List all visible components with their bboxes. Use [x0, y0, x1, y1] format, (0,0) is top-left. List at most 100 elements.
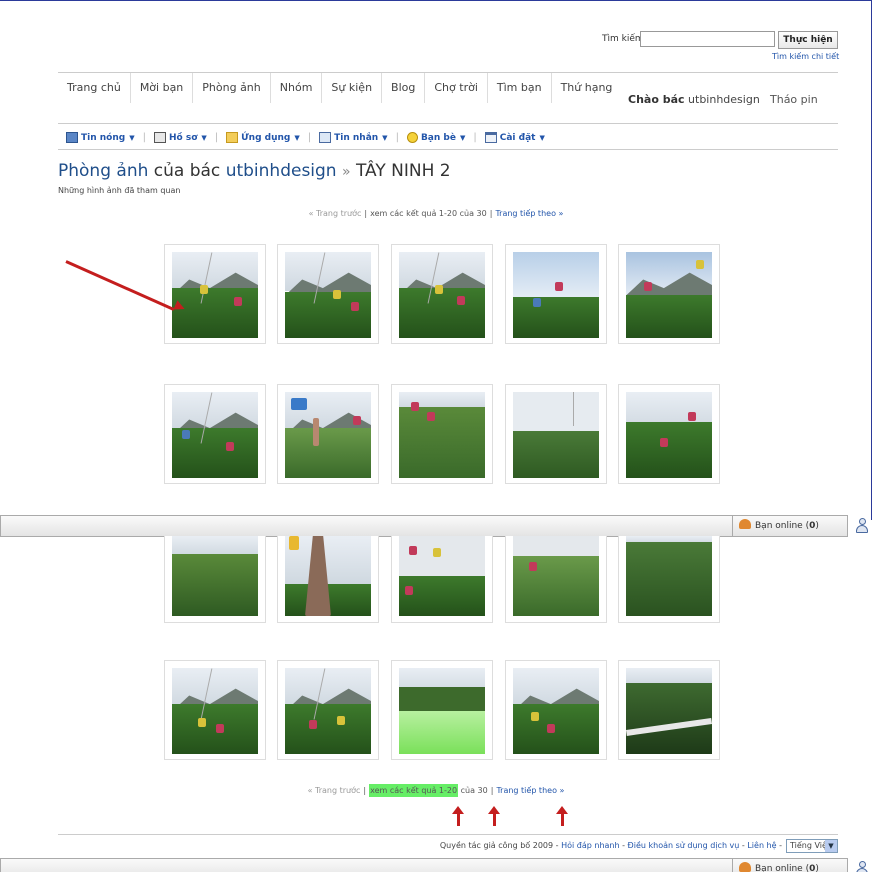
chevron-down-icon: ▼	[539, 133, 545, 142]
nav-item-ranking[interactable]: Thứ hạng	[552, 73, 622, 103]
news-icon	[66, 132, 78, 143]
photo-thumbnail[interactable]	[391, 384, 493, 484]
toolbar-apps[interactable]: Ứng dụng ▼	[226, 132, 300, 143]
photo-thumbnail[interactable]	[164, 384, 266, 484]
photo-thumbnail[interactable]	[277, 384, 379, 484]
logout-link[interactable]: Tháo pin	[770, 93, 818, 106]
tool-bar: Tin nóng ▼ | Hồ sơ ▼ | Ứng dụng ▼ | Tin nhắ…	[58, 126, 838, 150]
online-label: Bạn online	[755, 864, 803, 872]
online-bar: Bạn online (0)	[0, 515, 848, 537]
footer-dash: -	[779, 841, 782, 850]
photo-thumbnail[interactable]	[505, 244, 607, 344]
chevron-down-icon: ▼	[129, 133, 135, 142]
title-user-link[interactable]: utbinhdesign	[226, 161, 337, 181]
toolbar-divider: |	[142, 132, 146, 143]
toolbar-divider: |	[214, 132, 219, 143]
advanced-search-link[interactable]: Tìm kiếm chi tiết	[772, 52, 839, 61]
nav-item-home[interactable]: Trang chủ	[58, 73, 131, 103]
photo-image	[626, 392, 712, 478]
search-input[interactable]	[640, 31, 775, 47]
photo-thumbnail[interactable]	[277, 660, 379, 760]
photo-thumbnail[interactable]	[618, 244, 720, 344]
album-name: TÂY NINH 2	[355, 161, 451, 181]
search-button[interactable]: Thực hiện	[778, 31, 838, 49]
chevron-down-icon: ▼	[382, 133, 388, 142]
envelope-icon	[319, 132, 332, 143]
photo-thumbnail[interactable]	[391, 536, 493, 623]
toolbar-settings-label: Cài đặt	[499, 132, 536, 143]
toolbar-divider: |	[473, 132, 477, 143]
user-icon[interactable]	[856, 861, 868, 872]
photo-thumbnail[interactable]	[505, 536, 607, 623]
nav-item-find-friends[interactable]: Tìm bạn	[488, 73, 552, 103]
photo-thumbnail[interactable]	[505, 384, 607, 484]
photo-image	[172, 536, 258, 616]
photo-thumbnail[interactable]	[618, 384, 720, 484]
nav-item-blog[interactable]: Blog	[382, 73, 426, 103]
nav-item-photos[interactable]: Phòng ảnh	[193, 73, 271, 103]
nav-item-groups[interactable]: Nhóm	[271, 73, 323, 103]
online-friends-button[interactable]: Bạn online (0)	[732, 859, 847, 872]
toolbar-friends[interactable]: Bạn bè ▼	[406, 132, 466, 143]
top-border	[0, 0, 872, 1]
photo-thumbnail[interactable]	[164, 244, 266, 344]
photo-image	[285, 536, 371, 616]
friends-icon	[739, 519, 751, 529]
next-page-link[interactable]: Trang tiếp theo »	[496, 786, 564, 795]
photo-image	[513, 536, 599, 616]
online-label: Bạn online	[755, 521, 803, 531]
photo-image	[513, 252, 599, 338]
greeting-username[interactable]: utbinhdesign	[688, 93, 760, 106]
toolbar-news-label: Tin nóng	[81, 132, 126, 143]
footer-link-terms[interactable]: Điều khoản sử dụng dịch vụ	[628, 841, 740, 850]
toolbar-news[interactable]: Tin nóng ▼	[66, 132, 135, 143]
toolbar-settings[interactable]: Cài đặt ▼	[484, 132, 545, 143]
title-mid: của bác	[153, 161, 221, 181]
pager-separator: |	[364, 209, 368, 218]
photo-thumbnail[interactable]	[391, 660, 493, 760]
user-icon[interactable]	[856, 518, 868, 534]
photo-thumbnail[interactable]	[618, 660, 720, 760]
toolbar-apps-label: Ứng dụng	[241, 132, 291, 143]
nav-item-invite[interactable]: Mời bạn	[131, 73, 194, 103]
photo-image	[399, 392, 485, 478]
next-page-link[interactable]: Trang tiếp theo »	[495, 209, 563, 218]
photo-thumbnail[interactable]	[277, 536, 379, 623]
greeting-prefix: Chào bác	[628, 93, 685, 106]
language-select[interactable]: Tiếng Việt ▼	[786, 839, 838, 853]
online-count: 0	[809, 864, 816, 872]
chevron-down-icon: ▼	[459, 133, 466, 142]
photo-thumbnail[interactable]	[505, 660, 607, 760]
prev-page-link[interactable]: « Trang trước	[309, 209, 362, 218]
results-total: của 30	[460, 786, 488, 795]
photos-link[interactable]: Phòng ảnh	[58, 161, 148, 181]
nav-item-market[interactable]: Chợ trời	[425, 73, 488, 103]
toolbar-profile[interactable]: Hồ sơ ▼	[153, 132, 207, 143]
prev-page-link[interactable]: « Trang trước	[308, 786, 361, 795]
photo-image	[513, 392, 599, 478]
pager-separator: |	[363, 786, 367, 795]
footer: Quyền tác giả công bố 2009 - Hỏi đáp nha…	[58, 834, 838, 854]
photo-image	[399, 668, 485, 754]
nav-item-events[interactable]: Sự kiện	[322, 73, 383, 103]
toolbar-messages-label: Tin nhắn	[334, 132, 379, 143]
photo-thumbnail[interactable]	[391, 244, 493, 344]
photo-thumbnail[interactable]	[164, 536, 266, 623]
photo-image	[399, 252, 485, 338]
photo-thumbnail[interactable]	[277, 244, 379, 344]
greeting: Chào bác utbinhdesign	[628, 93, 760, 106]
photo-image	[172, 392, 258, 478]
photo-thumbnail[interactable]	[618, 536, 720, 623]
photo-image	[285, 392, 371, 478]
results-total: của 30	[459, 209, 487, 218]
chevron-down-icon: ▼	[201, 133, 207, 142]
chevron-down-icon: ▼	[294, 133, 300, 142]
footer-link-faq[interactable]: Hỏi đáp nhanh	[561, 841, 619, 850]
online-friends-button[interactable]: Bạn online (0)	[732, 516, 847, 536]
footer-link-contact[interactable]: Liên hệ	[747, 841, 776, 850]
toolbar-friends-label: Bạn bè	[420, 132, 456, 143]
annotation-arrow	[65, 260, 175, 311]
photo-image	[172, 252, 258, 338]
toolbar-messages[interactable]: Tin nhắn ▼	[319, 132, 388, 143]
photo-thumbnail[interactable]	[164, 660, 266, 760]
